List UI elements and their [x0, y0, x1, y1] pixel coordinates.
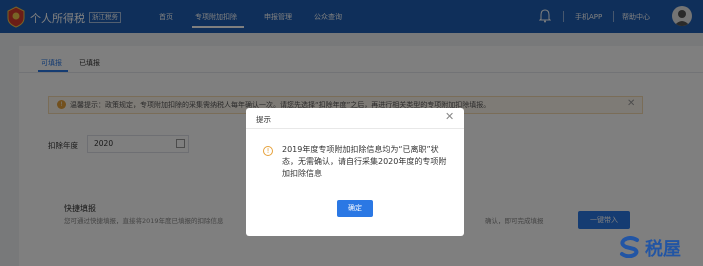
dialog-title: 提示 [256, 115, 271, 124]
watermark-text: 税屋 [645, 239, 681, 260]
dialog-header: 提示 ✕ [246, 108, 464, 129]
dialog-message: 2019年度专项附加扣除信息均为“已离职”状态，无需确认，请自行采集2020年度… [282, 145, 447, 178]
ok-button[interactable]: 确定 [337, 200, 373, 217]
prompt-dialog: 提示 ✕ ! 2019年度专项附加扣除信息均为“已离职”状态，无需确认，请自行采… [246, 108, 464, 236]
watermark-logo-icon [620, 236, 639, 258]
close-icon[interactable]: ✕ [445, 111, 454, 123]
warning-icon: ! [263, 146, 273, 156]
